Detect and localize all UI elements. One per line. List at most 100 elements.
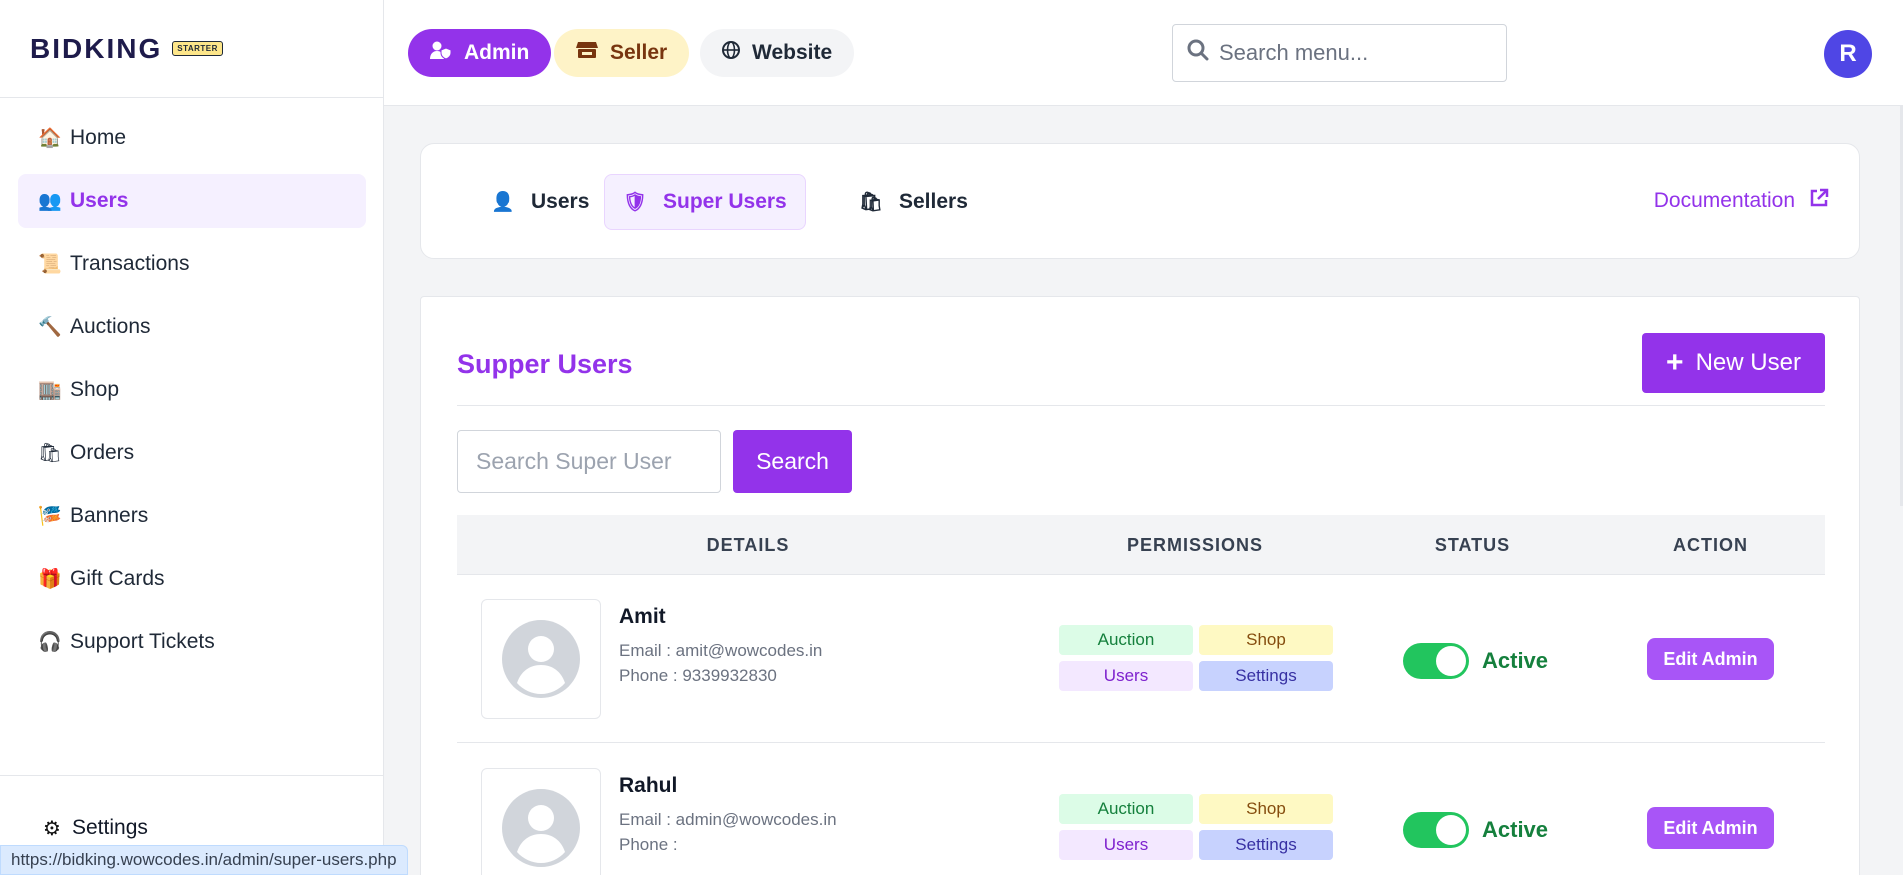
edit-admin-button[interactable]: Edit Admin [1647, 807, 1774, 849]
user-name: Amit [619, 605, 666, 628]
sidebar-item-users[interactable]: 👥 Users [18, 174, 366, 228]
website-button[interactable]: Website [700, 29, 855, 77]
sidebar-item-auctions[interactable]: 🔨 Auctions [18, 300, 366, 354]
sidebar-item-label: Gift Cards [70, 567, 165, 590]
building-icon: 🏬 [38, 380, 62, 401]
sidebar-item-settings[interactable]: ⚙ Settings [40, 816, 148, 840]
sidebar-item-label: Transactions [70, 252, 190, 275]
toggle-knob [1436, 815, 1466, 845]
tab-label: Super Users [663, 190, 787, 213]
user-phone: Phone : 9339932830 [619, 666, 777, 685]
house-icon: 🏠 [38, 128, 62, 149]
topbar: Admin Seller Website R [384, 0, 1903, 106]
super-user-search-input[interactable] [457, 430, 721, 493]
permission-badge-auction: Auction [1059, 625, 1193, 655]
sidebar: BIDKING STARTER 🏠 Home 👥 Users 📜 Transac… [0, 0, 384, 875]
avatar [481, 768, 601, 875]
tab-super-users[interactable]: 🛡 Super Users [604, 174, 806, 230]
sidebar-item-label: Support Tickets [70, 630, 215, 653]
permission-badge-settings: Settings [1199, 830, 1333, 860]
status-label: Active [1482, 648, 1549, 673]
permission-list: Auction Shop Users Settings [1059, 794, 1339, 860]
users-icon: 👥 [38, 191, 62, 212]
super-users-card: Supper Users + New User Search DETAILS P… [420, 296, 1860, 875]
sidebar-item-label: Shop [70, 378, 120, 401]
status-label: Active [1482, 817, 1549, 842]
shopping-bags-icon: 🛍 [37, 443, 63, 464]
user-shield-icon [430, 40, 452, 66]
banner-icon: 🎏 [38, 506, 62, 527]
shield-icon: 🛡 [622, 192, 648, 213]
menu-search[interactable] [1172, 24, 1507, 82]
column-header-action: ACTION [1673, 534, 1748, 555]
globe-icon [722, 41, 740, 65]
column-header-status: STATUS [1434, 534, 1511, 555]
admin-panel-button[interactable]: Admin [408, 29, 552, 77]
sidebar-item-banners[interactable]: 🎏 Banners [18, 489, 366, 543]
link-status-bar: https://bidking.wowcodes.in/admin/super-… [0, 845, 408, 875]
permission-badge-users: Users [1059, 661, 1193, 691]
table-header: DETAILS PERMISSIONS STATUS ACTION [457, 515, 1825, 575]
gift-icon: 🎁 [38, 569, 62, 590]
brand-logo: BIDKING [30, 32, 163, 64]
search-icon [1187, 39, 1209, 67]
sidebar-item-support-tickets[interactable]: 🎧 Support Tickets [18, 615, 366, 669]
sidebar-item-label: Settings [72, 816, 148, 839]
edit-admin-button[interactable]: Edit Admin [1647, 638, 1774, 680]
hammer-icon: 🔨 [38, 317, 62, 338]
website-label: Website [752, 41, 833, 64]
plan-badge: STARTER [172, 41, 223, 56]
documentation-link[interactable]: Documentation [1654, 188, 1829, 214]
sidebar-item-label: Banners [70, 504, 149, 527]
sidebar-item-label: Orders [70, 441, 135, 464]
sidebar-item-orders[interactable]: 🛍 Orders [18, 426, 366, 480]
user-avatar[interactable]: R [1824, 30, 1872, 78]
user-placeholder-icon [502, 620, 580, 698]
sidebar-item-label: Home [70, 126, 127, 149]
page-title: Supper Users [457, 349, 633, 379]
sidebar-item-label: Users [70, 189, 129, 212]
tab-users[interactable]: 👤 Users [473, 174, 607, 230]
permission-badge-users: Users [1059, 830, 1193, 860]
sidebar-item-home[interactable]: 🏠 Home [18, 111, 366, 165]
search-button[interactable]: Search [733, 430, 852, 493]
toggle-knob [1436, 646, 1466, 676]
status-toggle[interactable] [1403, 812, 1469, 848]
user-name: Rahul [619, 774, 678, 797]
scroll-icon: 📜 [38, 254, 62, 275]
avatar [481, 599, 601, 719]
external-link-icon [1809, 188, 1829, 214]
new-user-label: New User [1695, 349, 1801, 376]
seller-panel-button[interactable]: Seller [554, 29, 690, 77]
plus-icon: + [1666, 346, 1684, 379]
gear-icon: ⚙ [43, 817, 61, 840]
seller-label: Seller [610, 41, 668, 64]
new-user-button[interactable]: + New User [1642, 333, 1825, 393]
user-placeholder-icon [502, 789, 580, 867]
tab-label: Users [531, 190, 590, 213]
permission-badge-auction: Auction [1059, 794, 1193, 824]
documentation-label: Documentation [1653, 189, 1795, 212]
user-phone: Phone : [619, 835, 678, 854]
sidebar-item-transactions[interactable]: 📜 Transactions [18, 237, 366, 291]
column-header-details: DETAILS [706, 534, 790, 555]
table-row: Amit Email : amit@wowcodes.in Phone : 93… [457, 575, 1825, 743]
permission-badge-shop: Shop [1199, 625, 1333, 655]
divider [457, 405, 1825, 406]
permission-list: Auction Shop Users Settings [1059, 625, 1339, 691]
user-type-tabs: 👤 Users 🛡 Super Users 🛍 Sellers Document… [420, 143, 1860, 259]
sidebar-item-shop[interactable]: 🏬 Shop [18, 363, 366, 417]
menu-search-input[interactable] [1219, 40, 1489, 66]
user-email: Email : admin@wowcodes.in [619, 810, 837, 829]
tab-label: Sellers [899, 190, 968, 213]
sidebar-item-gift-cards[interactable]: 🎁 Gift Cards [18, 552, 366, 606]
status-toggle[interactable] [1403, 643, 1469, 679]
brand[interactable]: BIDKING STARTER [0, 0, 383, 98]
user-email: Email : amit@wowcodes.in [619, 641, 823, 660]
sidebar-item-label: Auctions [70, 315, 151, 338]
table-row: Rahul Email : admin@wowcodes.in Phone : … [457, 744, 1825, 875]
headphones-icon: 🎧 [38, 632, 62, 653]
store-icon [576, 41, 598, 65]
permission-badge-settings: Settings [1199, 661, 1333, 691]
tab-sellers[interactable]: 🛍 Sellers [841, 174, 986, 230]
